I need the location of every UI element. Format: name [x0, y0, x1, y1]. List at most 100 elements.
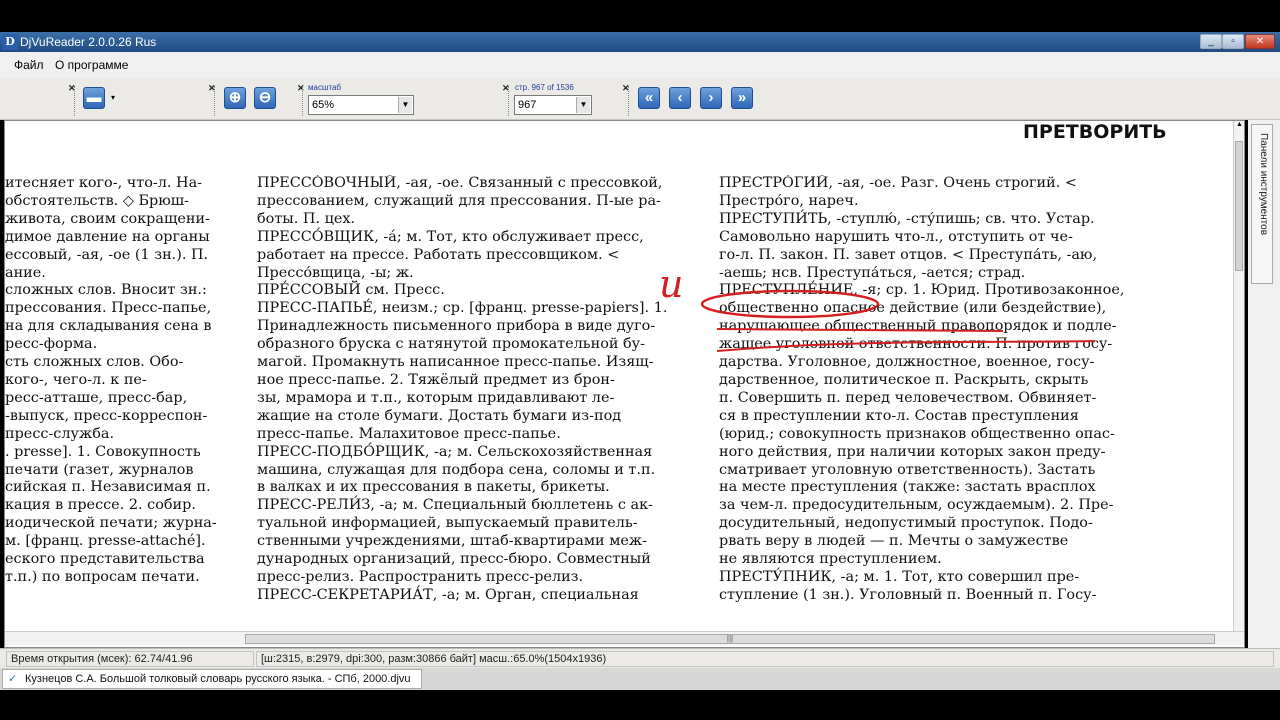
text-line: магой. Промакнуть написанное пресс-папье…: [257, 354, 654, 371]
page-headword: ПРЕТВОРИТЬ: [1023, 121, 1167, 143]
text-line: общественно опасное действие (или бездей…: [719, 300, 1107, 317]
text-line: ПРЕСТУПИ́ТЬ, -ступлю́, -сту́пишь; св. чт…: [719, 210, 1095, 227]
text-line: ресс-форма.: [5, 336, 98, 353]
text-line: рвать веру в людей — п. Мечты о замужест…: [719, 533, 1069, 550]
vertical-scroll-thumb[interactable]: [1235, 141, 1243, 271]
text-line: ресс-атташе, пресс-бар,: [5, 389, 188, 406]
horizontal-scroll-thumb[interactable]: |||: [245, 634, 1215, 644]
text-line: нарушающее общественный правопорядок и п…: [719, 318, 1117, 335]
zoom-value: 65%: [312, 99, 335, 111]
prev-page-icon[interactable]: ‹: [669, 87, 691, 109]
text-line: -выпуск, пресс-корреспон-: [5, 407, 208, 424]
document-tab[interactable]: ✓ Кузнецов С.А. Большой толковый словарь…: [2, 669, 422, 689]
zoom-select[interactable]: 65% ▼: [308, 95, 414, 115]
text-line: ного действия, при наличии которых закон…: [719, 443, 1106, 460]
toolbars-panel-label: Панели инструментов: [1258, 133, 1269, 236]
zoom-out-icon[interactable]: ⊖: [254, 87, 276, 109]
chevron-down-icon[interactable]: ▾: [111, 93, 115, 102]
last-page-icon[interactable]: »: [731, 87, 753, 109]
chevron-down-icon[interactable]: ▼: [576, 97, 590, 113]
toolbar: ✕ ▬ ▾ ✕ ⊕ ⊖ ✕ масштаб 65% ▼ ✕ стр. 967 o…: [0, 78, 1280, 120]
text-line: ПРЕСС-РЕЛИ́З, -а; м. Специальный бюллете…: [257, 497, 653, 514]
toolbar-grip[interactable]: [628, 86, 631, 116]
text-line: ПРЕСС-ПАПЬЕ́, неизм.; ср. [франц. presse…: [257, 300, 668, 317]
text-line: ессовый, -ая, -ое (1 зн.). П.: [5, 246, 209, 263]
page-select[interactable]: 967 ▼: [514, 95, 592, 115]
text-line: сть сложных слов. Обо-: [5, 354, 184, 371]
zoom-label: масштаб: [308, 83, 341, 92]
title-bar: D DjVuReader 2.0.0.26 Rus _ ▫ ✕: [0, 32, 1280, 52]
chevron-down-icon[interactable]: ▼: [398, 97, 412, 113]
text-line: зы, мрамора и т.п., которым придавливают…: [257, 389, 615, 406]
text-line: -аешь; нсв. Преступа́ться, -ается; страд…: [719, 264, 1026, 281]
close-button[interactable]: ✕: [1245, 34, 1275, 49]
text-line: туальной информацией, выпускаемый правит…: [257, 515, 638, 532]
document-tab-label: Кузнецов С.А. Большой толковый словарь р…: [25, 673, 411, 685]
maximize-button[interactable]: ▫: [1222, 34, 1244, 49]
text-line: ПРЕСС-ПОДБО́РЩИК, -а; м. Сельскохозяйств…: [257, 443, 653, 460]
next-page-icon[interactable]: ›: [700, 87, 722, 109]
toolbar-grip[interactable]: [508, 86, 511, 116]
menu-about[interactable]: О программе: [55, 58, 128, 72]
text-line: сийская п. Независимая п.: [5, 479, 211, 496]
text-line: не являются преступлением.: [719, 551, 942, 568]
scroll-up-icon[interactable]: ▲: [1234, 121, 1244, 133]
toolbar-grip[interactable]: [214, 86, 217, 116]
text-line: пресс-папье. Малахитовое пресс-папье.: [257, 425, 561, 442]
first-page-icon[interactable]: «: [638, 87, 660, 109]
text-line: прессованием, служащий для прессования. …: [257, 192, 661, 209]
text-line: ПРЕСТРО́ГИЙ, -ая, -ое. Разг. Очень строг…: [719, 175, 1077, 191]
text-line: боты. П. цех.: [257, 210, 356, 227]
text-line: го-л. П. закон. П. завет отцов. < Престу…: [719, 246, 1098, 263]
text-line: за чем-л. предосудительным, осуждаемым).…: [719, 497, 1114, 514]
text-line: работает на прессе. Работать прессовщико…: [257, 246, 620, 263]
text-line: сложных слов. Вносит зн.:: [5, 282, 207, 299]
text-line: на месте преступления (также: застать вр…: [719, 479, 1096, 496]
text-line: сматривает уголовную ответственность). З…: [719, 461, 1096, 478]
side-panel: Панели инструментов: [1248, 120, 1280, 648]
text-column-3: ПРЕСТРО́ГИЙ, -ая, -ое. Разг. Очень строг…: [719, 175, 1175, 605]
text-line: дународных организаций, пресс-бюро. Совм…: [257, 551, 651, 568]
text-line: прессования. Пресс-папье,: [5, 300, 212, 317]
zoom-in-icon[interactable]: ⊕: [224, 87, 246, 109]
text-line: дарства. Уголовное, должностное, военное…: [719, 354, 1095, 371]
text-line: ступление (1 зн.). Уголовный п. Военный …: [719, 586, 1097, 603]
text-line: ПРЕССО́ВЩИК, -á; м. Тот, кто обслуживает…: [257, 228, 644, 245]
horizontal-scrollbar[interactable]: |||: [5, 631, 1244, 645]
text-line: пресс-служба.: [5, 425, 115, 442]
minimize-button[interactable]: _: [1200, 34, 1222, 49]
text-line: Прессо́вщица, -ы; ж.: [257, 264, 414, 281]
text-line: ное пресс-папье. 2. Тяжёлый предмет из б…: [257, 371, 615, 388]
status-page-info: [ш:2315, в:2979, dpi:300, разм:30866 бай…: [256, 651, 1274, 667]
text-line: ПРЕСТУПЛЕ́НИЕ, -я; ср. 1. Юрид. Противоз…: [719, 282, 1125, 299]
window-title: DjVuReader 2.0.0.26 Rus: [20, 35, 157, 49]
text-line: т.п.) по вопросам печати.: [5, 568, 200, 585]
text-line: на для складывания сена в: [5, 318, 212, 335]
document-icon[interactable]: ▬: [83, 87, 105, 109]
djvu-page: ПРЕТВОРИТЬ итесняет кого-, что-л. На-обс…: [5, 121, 1233, 631]
menu-file[interactable]: Файл: [14, 58, 44, 72]
text-line: м. [франц. presse-attaché].: [5, 533, 206, 550]
document-tab-bar: ✓ Кузнецов С.А. Большой толковый словарь…: [0, 668, 1280, 690]
status-bar: Время открытия (мсек): 62.74/41.96 [ш:23…: [0, 648, 1280, 668]
text-line: ПРЕССО́ВОЧНЫЙ, -ая, -ое. Связанный с пре…: [257, 175, 663, 191]
text-line: досудительный, недопустимый проступок. П…: [719, 515, 1093, 532]
text-line: дарственное, политическое п. Раскрыть, с…: [719, 371, 1089, 388]
vertical-scrollbar[interactable]: ▲: [1233, 121, 1244, 631]
text-line: (юрид.; совокупность признаков обществен…: [719, 425, 1115, 442]
toolbar-grip[interactable]: [74, 86, 77, 116]
toolbars-panel-tab[interactable]: Панели инструментов: [1251, 124, 1273, 284]
toolbar-grip[interactable]: [302, 86, 305, 116]
text-line: печати (газет, журналов: [5, 461, 194, 478]
text-line: ственными учреждениями, штаб-квартирами …: [257, 533, 648, 550]
status-open-time: Время открытия (мсек): 62.74/41.96: [6, 651, 254, 667]
text-line: итесняет кого-, что-л. На-: [5, 175, 203, 191]
djvu-app-icon[interactable]: D: [2, 34, 18, 50]
menu-bar: Файл О программе: [0, 52, 1280, 78]
text-line: иодической печати; журна-: [5, 515, 217, 532]
document-view[interactable]: ПРЕТВОРИТЬ итесняет кого-, что-л. На-обс…: [4, 120, 1245, 648]
check-icon: ✓: [8, 673, 18, 685]
text-line: еского представительства: [5, 551, 205, 568]
bottom-letterbox: [0, 690, 1280, 720]
text-line: ание.: [5, 264, 46, 281]
